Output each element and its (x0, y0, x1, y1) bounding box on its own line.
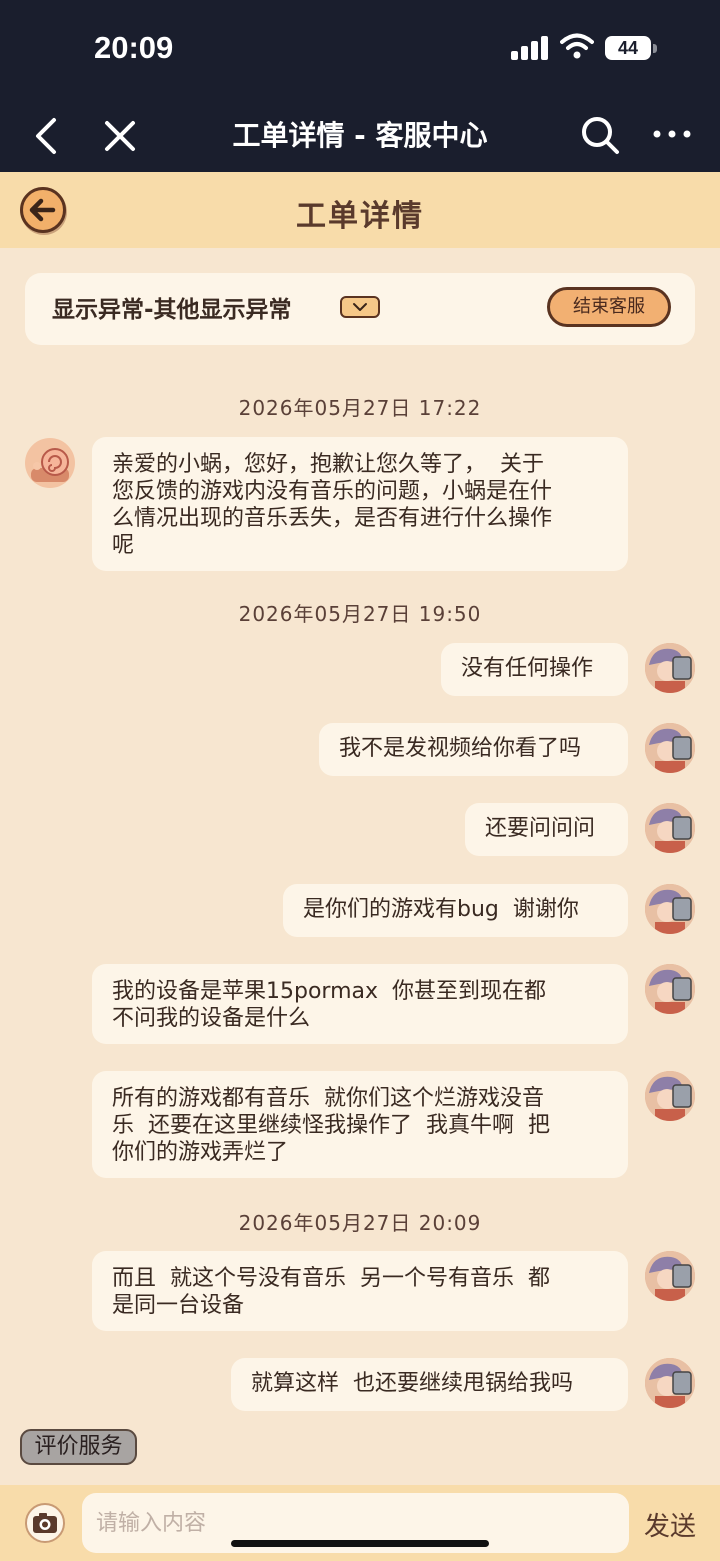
user-avatar (645, 884, 695, 934)
user-avatar-icon (645, 1251, 695, 1301)
arrow-left-icon (29, 198, 56, 222)
category-label[interactable]: 显示异常-其他显示异常 (52, 290, 292, 324)
user-avatar-icon (645, 723, 695, 773)
home-indicator (231, 1540, 489, 1547)
user-message: 所有的游戏都有音乐 就你们这个烂游戏没音 乐 还要在这里继续怪我操作了 我真牛啊… (92, 1071, 628, 1178)
timestamp: 2026年05月27日 20:09 (238, 1211, 482, 1235)
more-icon[interactable] (652, 124, 692, 144)
user-avatar (645, 1251, 695, 1301)
user-message: 是你们的游戏有bug 谢谢你 (283, 884, 628, 937)
battery-tip (653, 44, 657, 53)
page-back-button[interactable] (20, 187, 66, 233)
snail-icon (31, 448, 69, 482)
chevron-down-icon (353, 303, 367, 311)
user-avatar-icon (645, 884, 695, 934)
agent-avatar (25, 438, 75, 488)
user-avatar-icon (645, 1071, 695, 1121)
user-avatar (645, 723, 695, 773)
user-avatar-icon (645, 803, 695, 853)
user-avatar (645, 964, 695, 1014)
page-title: 工单详情 (296, 199, 424, 234)
back-icon[interactable] (28, 112, 62, 160)
user-avatar (645, 803, 695, 853)
rate-service-button[interactable]: 评价服务 (20, 1429, 137, 1465)
user-message: 还要问问问 (465, 803, 628, 856)
camera-icon (33, 1513, 57, 1533)
status-time: 20:09 (94, 30, 174, 65)
user-avatar (645, 1358, 695, 1408)
end-service-button[interactable]: 结束客服 (547, 287, 671, 327)
camera-button[interactable] (25, 1503, 65, 1543)
timestamp: 2026年05月27日 17:22 (238, 396, 482, 420)
user-avatar-icon (645, 1358, 695, 1408)
user-message: 我的设备是苹果15pormax 你甚至到现在都 不问我的设备是什么 (92, 964, 628, 1044)
signal-icon (511, 36, 549, 60)
user-avatar-icon (645, 964, 695, 1014)
timestamp: 2026年05月27日 19:50 (238, 602, 482, 626)
user-avatar (645, 643, 695, 693)
user-avatar (645, 1071, 695, 1121)
send-button[interactable]: 发送 (644, 1506, 696, 1543)
user-message: 而且 就这个号没有音乐 另一个号有音乐 都 是同一台设备 (92, 1251, 628, 1331)
battery-icon: 44 (605, 36, 651, 60)
close-icon[interactable] (101, 117, 139, 155)
user-message: 我不是发视频给你看了吗 (319, 723, 628, 776)
user-message: 就算这样 也还要继续甩锅给我吗 (231, 1358, 628, 1411)
user-avatar-icon (645, 643, 695, 693)
nav-title: 工单详情 - 客服中心 (232, 119, 488, 152)
search-icon[interactable] (579, 114, 621, 156)
user-message: 没有任何操作 (441, 643, 628, 696)
wifi-icon (560, 33, 594, 59)
agent-message: 亲爱的小蜗，您好，抱歉让您久等了， 关于 您反馈的游戏内没有音乐的问题，小蜗是在… (92, 437, 628, 571)
category-dropdown[interactable] (340, 296, 380, 318)
